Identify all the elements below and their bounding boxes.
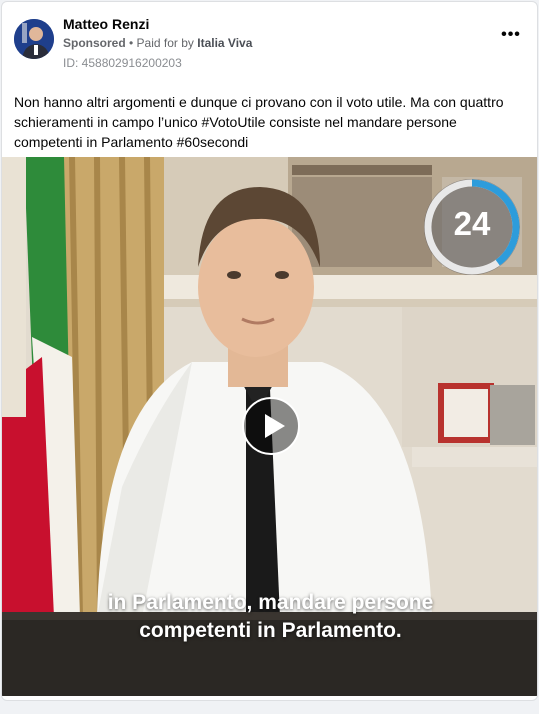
caption-line-2: competenti in Parlamento. [139, 619, 402, 642]
caption-line-1: in Parlamento, mandare persone [107, 591, 434, 614]
sponsored-label: Sponsored [63, 36, 126, 50]
author-avatar[interactable] [14, 19, 54, 59]
post-text: Non hanno altri argomenti e dunque ci pr… [14, 94, 504, 150]
author-name[interactable]: Matteo Renzi [63, 16, 149, 32]
more-dots-icon[interactable]: ••• [501, 27, 521, 48]
play-icon[interactable] [242, 397, 300, 455]
countdown-number: 24 [453, 205, 491, 242]
paid-for-label: • Paid for by [125, 36, 198, 50]
sponsored-line: Sponsored • Paid for by Italia Viva [63, 36, 252, 50]
ad-card: Matteo Renzi Sponsored • Paid for by Ita… [1, 1, 538, 701]
video-player[interactable]: 24 in Parlamento, mandare persone compet… [2, 157, 537, 696]
payer-name[interactable]: Italia Viva [197, 36, 252, 50]
avatar-image [14, 19, 54, 59]
ad-id: ID: 458802916200203 [63, 56, 182, 70]
